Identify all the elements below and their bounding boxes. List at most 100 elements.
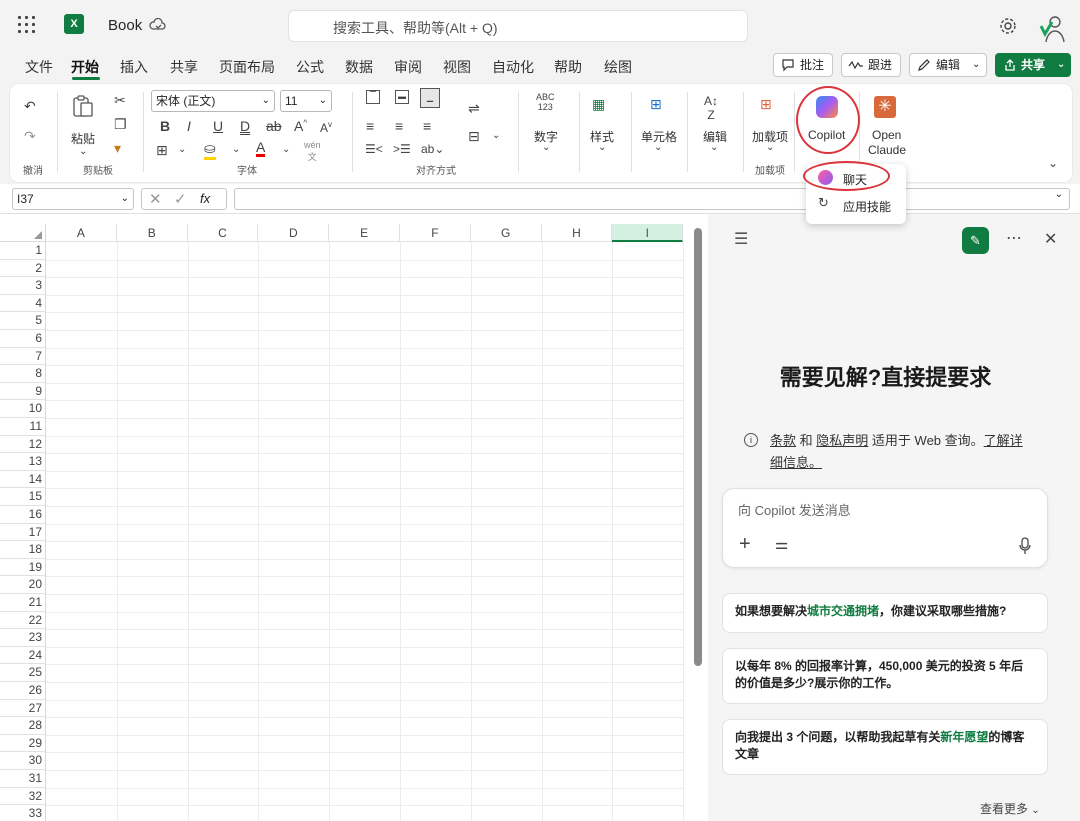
row-header[interactable]: 2 <box>0 259 46 278</box>
increase-font-icon[interactable]: A^ <box>294 118 307 134</box>
row-header[interactable]: 1 <box>0 242 46 260</box>
edit-mode-button[interactable]: 编辑 ⌄ <box>909 53 987 77</box>
add-icon[interactable]: + <box>739 533 751 556</box>
cloud-saved-icon[interactable] <box>149 17 167 33</box>
format-painter-icon[interactable]: ▾ <box>114 140 121 157</box>
row-header[interactable]: 19 <box>0 558 46 577</box>
tab-home[interactable]: 开始 <box>71 57 99 77</box>
row-header[interactable]: 23 <box>0 629 46 647</box>
column-header-b[interactable]: B <box>116 224 188 242</box>
tab-page-layout[interactable]: 页面布局 <box>219 57 275 77</box>
row-header[interactable]: 22 <box>0 611 46 630</box>
styles-icon[interactable]: ▦ <box>592 96 605 113</box>
font-size-select[interactable]: 11 ⌄ <box>280 90 332 112</box>
new-chat-icon[interactable]: ✎ <box>962 227 989 254</box>
bold-icon[interactable]: B <box>160 118 170 134</box>
open-claude-label-line2[interactable]: Claude <box>868 143 906 157</box>
paste-label[interactable]: 粘贴 <box>71 130 95 147</box>
align-left-icon[interactable]: ≡ <box>366 118 374 134</box>
copilot-input-card[interactable]: 向 Copilot 发送消息 + ⚌ <box>722 488 1048 568</box>
align-middle-icon[interactable]: ▬ <box>395 90 409 104</box>
phonetic-guide-icon[interactable]: wén 文 <box>304 140 321 163</box>
row-header[interactable]: 17 <box>0 523 46 542</box>
chevron-down-icon[interactable]: ⌄ <box>492 130 500 141</box>
chevron-down-icon[interactable]: ⌄ <box>654 142 662 153</box>
formula-input[interactable]: ⌄ <box>234 188 1070 210</box>
row-header[interactable]: 27 <box>0 699 46 718</box>
double-underline-icon[interactable]: D <box>240 118 250 134</box>
row-header[interactable]: 24 <box>0 646 46 665</box>
tab-view[interactable]: 视图 <box>443 57 471 77</box>
row-header[interactable]: 21 <box>0 594 46 612</box>
redo-icon[interactable]: ↷ <box>24 128 36 145</box>
user-avatar[interactable] <box>1035 12 1067 44</box>
name-box[interactable]: I37 ⌄ <box>12 188 134 210</box>
row-header[interactable]: 28 <box>0 717 46 735</box>
claude-icon[interactable]: ✳ <box>874 96 896 118</box>
column-header-i[interactable]: I <box>612 224 684 242</box>
row-header[interactable]: 29 <box>0 734 46 753</box>
row-header[interactable]: 3 <box>0 277 46 295</box>
chevron-down-icon[interactable]: ⌄ <box>542 142 550 153</box>
column-header-g[interactable]: G <box>470 224 542 242</box>
chevron-down-icon[interactable]: ⌄ <box>766 142 774 153</box>
chevron-down-icon[interactable]: ⌄ <box>282 144 290 155</box>
chevron-down-icon[interactable]: ⌄ <box>79 146 87 157</box>
row-header[interactable]: 15 <box>0 488 46 506</box>
tab-automate[interactable]: 自动化 <box>492 57 534 77</box>
column-header-a[interactable]: A <box>46 224 117 242</box>
font-color-icon[interactable]: A <box>256 140 266 157</box>
chevron-down-icon[interactable]: ⌄ <box>178 144 186 155</box>
number-format-icon[interactable]: ABC 123 <box>536 92 555 112</box>
row-header[interactable]: 25 <box>0 664 46 682</box>
tab-file[interactable]: 文件 <box>25 57 53 77</box>
strikethrough-icon[interactable]: ab <box>266 118 282 134</box>
row-header[interactable]: 32 <box>0 787 46 806</box>
row-header[interactable]: 31 <box>0 770 46 788</box>
row-header[interactable]: 16 <box>0 506 46 524</box>
column-header-f[interactable]: F <box>400 224 471 242</box>
row-header[interactable]: 9 <box>0 382 46 401</box>
undo-icon[interactable]: ↶ <box>24 98 36 115</box>
privacy-link[interactable]: 隐私声明 <box>816 433 868 448</box>
cut-icon[interactable]: ✂ <box>114 92 126 109</box>
tab-help[interactable]: 帮助 <box>554 57 582 77</box>
sort-az-icon[interactable]: A↕ Z <box>704 94 718 122</box>
tab-data[interactable]: 数据 <box>345 57 373 77</box>
microphone-icon[interactable] <box>1019 537 1031 555</box>
tab-share[interactable]: 共享 <box>170 57 198 77</box>
underline-icon[interactable]: U <box>213 118 223 134</box>
open-claude-label-line1[interactable]: Open <box>872 128 901 142</box>
vertical-scrollbar[interactable] <box>694 228 702 666</box>
ribbon-expand-chevron-icon[interactable]: ⌄ <box>1048 156 1058 170</box>
addins-icon[interactable]: ⊞ <box>760 96 772 113</box>
wrap-text-icon[interactable]: ⇌ <box>468 100 480 117</box>
column-header-d[interactable]: D <box>258 224 330 242</box>
row-header[interactable]: 5 <box>0 312 46 330</box>
merge-center-icon[interactable]: ⊟ <box>468 128 480 145</box>
align-center-icon[interactable]: ≡ <box>395 118 403 134</box>
align-right-icon[interactable]: ≡ <box>423 118 431 134</box>
align-top-icon[interactable]: ▔ <box>366 90 380 104</box>
track-button[interactable]: 跟进 <box>841 53 901 77</box>
chevron-down-icon[interactable]: ⌄ <box>598 142 606 153</box>
more-options-icon[interactable]: ⋯ <box>1006 228 1022 248</box>
terms-link[interactable]: 条款 <box>770 433 796 448</box>
tab-formulas[interactable]: 公式 <box>296 57 324 77</box>
paste-icon[interactable] <box>72 94 94 118</box>
spreadsheet-grid[interactable]: A B C D E F G H I 1 2 3 4 5 6 7 8 9 10 11 12 13 14 15 16 17 18 19 20… <box>0 214 708 821</box>
suggestion-card-3[interactable]: 向我提出 3 个问题，以帮助我起草有关新年愿望的博客文章 <box>722 719 1048 775</box>
tab-draw[interactable]: 绘图 <box>604 57 632 77</box>
chevron-down-icon[interactable]: ⌄ <box>710 142 718 153</box>
select-all-corner[interactable] <box>0 224 46 242</box>
row-header[interactable]: 4 <box>0 294 46 313</box>
row-header[interactable]: 20 <box>0 576 46 594</box>
row-header[interactable]: 18 <box>0 541 46 559</box>
row-header[interactable]: 30 <box>0 752 46 770</box>
apply-skill-menu-item[interactable]: 应用技能 <box>843 198 891 215</box>
see-more-link[interactable]: 查看更多 ⌄ <box>980 800 1040 817</box>
suggestion-card-1[interactable]: 如果想要解决城市交通拥堵，你建议采取哪些措施? <box>722 593 1048 633</box>
chevron-down-icon[interactable]: ⌄ <box>232 144 240 155</box>
font-name-select[interactable]: 宋体 (正文) ⌄ <box>151 90 275 112</box>
column-header-h[interactable]: H <box>541 224 613 242</box>
